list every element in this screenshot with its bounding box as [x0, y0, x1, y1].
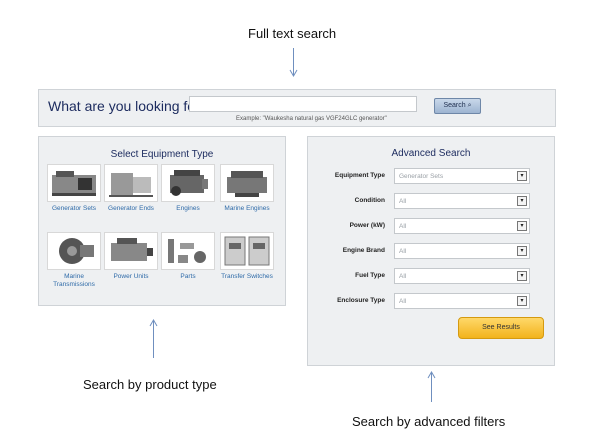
tile-label: Engines: [176, 205, 200, 212]
dropdown-arrow-icon: ▾: [517, 221, 527, 231]
tile-marine-transmissions[interactable]: Marine Transmissions: [47, 232, 101, 289]
search-example: Example: "Waukesha natural gas VGF24GLC …: [236, 116, 387, 122]
condition-select[interactable]: All ▾: [394, 193, 530, 209]
equipment-type-panel: Select Equipment Type Generator Sets Gen…: [38, 136, 286, 306]
generator-set-icon: [47, 164, 101, 202]
field-label: Power (kW): [349, 222, 385, 229]
see-results-button[interactable]: See Results: [458, 317, 544, 339]
field-label: Equipment Type: [334, 172, 385, 179]
equipment-type-select[interactable]: Generator Sets ▾: [394, 168, 530, 184]
tile-generator-sets[interactable]: Generator Sets: [47, 164, 101, 213]
select-value: Generator Sets: [399, 173, 444, 180]
engine-icon: [161, 164, 215, 202]
power-unit-icon: [104, 232, 158, 270]
engine-brand-select[interactable]: All ▾: [394, 243, 530, 259]
tile-transfer-switches[interactable]: Transfer Switches: [220, 232, 274, 281]
advanced-search-panel: Advanced Search Equipment Type Generator…: [307, 136, 555, 366]
tile-label: Generator Ends: [108, 205, 154, 212]
advanced-panel-title: Advanced Search: [391, 148, 471, 159]
dropdown-arrow-icon: ▾: [517, 171, 527, 181]
select-value: All: [399, 223, 407, 230]
dropdown-arrow-icon: ▾: [517, 196, 527, 206]
annotation-full-text-search: Full text search: [248, 26, 337, 41]
tile-power-units[interactable]: Power Units: [104, 232, 158, 281]
dropdown-arrow-icon: ▾: [517, 296, 527, 306]
arrow-up-icon: [427, 370, 436, 402]
search-button-label: Search: [443, 102, 466, 109]
field-engine-brand: Engine Brand All ▾: [308, 243, 556, 259]
tile-label: Transfer Switches: [221, 273, 273, 280]
field-equipment-type: Equipment Type Generator Sets ▾: [308, 168, 556, 184]
tile-label: Power Units: [113, 273, 149, 280]
transfer-switch-icon: [220, 232, 274, 270]
tile-marine-engines[interactable]: Marine Engines: [220, 164, 274, 213]
tile-label: Generator Sets: [51, 205, 97, 212]
power-select[interactable]: All ▾: [394, 218, 530, 234]
marine-transmission-icon: [47, 232, 101, 270]
field-enclosure-type: Enclosure Type All ▾: [308, 293, 556, 309]
full-text-search-bar: What are you looking for? Search ⌕ Examp…: [38, 89, 556, 127]
search-icon: ⌕: [467, 102, 472, 109]
equipment-panel-title: Select Equipment Type: [110, 149, 214, 160]
field-label: Enclosure Type: [337, 297, 385, 304]
select-value: All: [399, 298, 407, 305]
dropdown-arrow-icon: ▾: [517, 246, 527, 256]
arrow-down-icon: [289, 48, 298, 78]
field-condition: Condition All ▾: [308, 193, 556, 209]
annotation-product-type: Search by product type: [83, 377, 217, 392]
select-value: All: [399, 273, 407, 280]
select-value: All: [399, 248, 407, 255]
parts-icon: [161, 232, 215, 270]
field-fuel-type: Fuel Type All ▾: [308, 268, 556, 284]
annotation-advanced-filters: Search by advanced filters: [352, 414, 506, 429]
dropdown-arrow-icon: ▾: [517, 271, 527, 281]
field-label: Condition: [354, 197, 385, 204]
tile-generator-ends[interactable]: Generator Ends: [104, 164, 158, 213]
search-button[interactable]: Search ⌕: [434, 98, 481, 114]
enclosure-type-select[interactable]: All ▾: [394, 293, 530, 309]
arrow-up-icon: [149, 318, 158, 358]
tile-label: Parts: [180, 273, 196, 280]
generator-end-icon: [104, 164, 158, 202]
marine-engine-icon: [220, 164, 274, 202]
field-label: Engine Brand: [342, 247, 385, 254]
tile-engines[interactable]: Engines: [161, 164, 215, 213]
tile-label: Marine Engines: [224, 205, 270, 212]
select-value: All: [399, 198, 407, 205]
tile-label: Marine Transmissions: [53, 273, 95, 288]
search-input[interactable]: [189, 96, 417, 112]
fuel-type-select[interactable]: All ▾: [394, 268, 530, 284]
tile-parts[interactable]: Parts: [161, 232, 215, 281]
field-label: Fuel Type: [355, 272, 385, 279]
field-power: Power (kW) All ▾: [308, 218, 556, 234]
search-question: What are you looking for?: [48, 98, 208, 114]
